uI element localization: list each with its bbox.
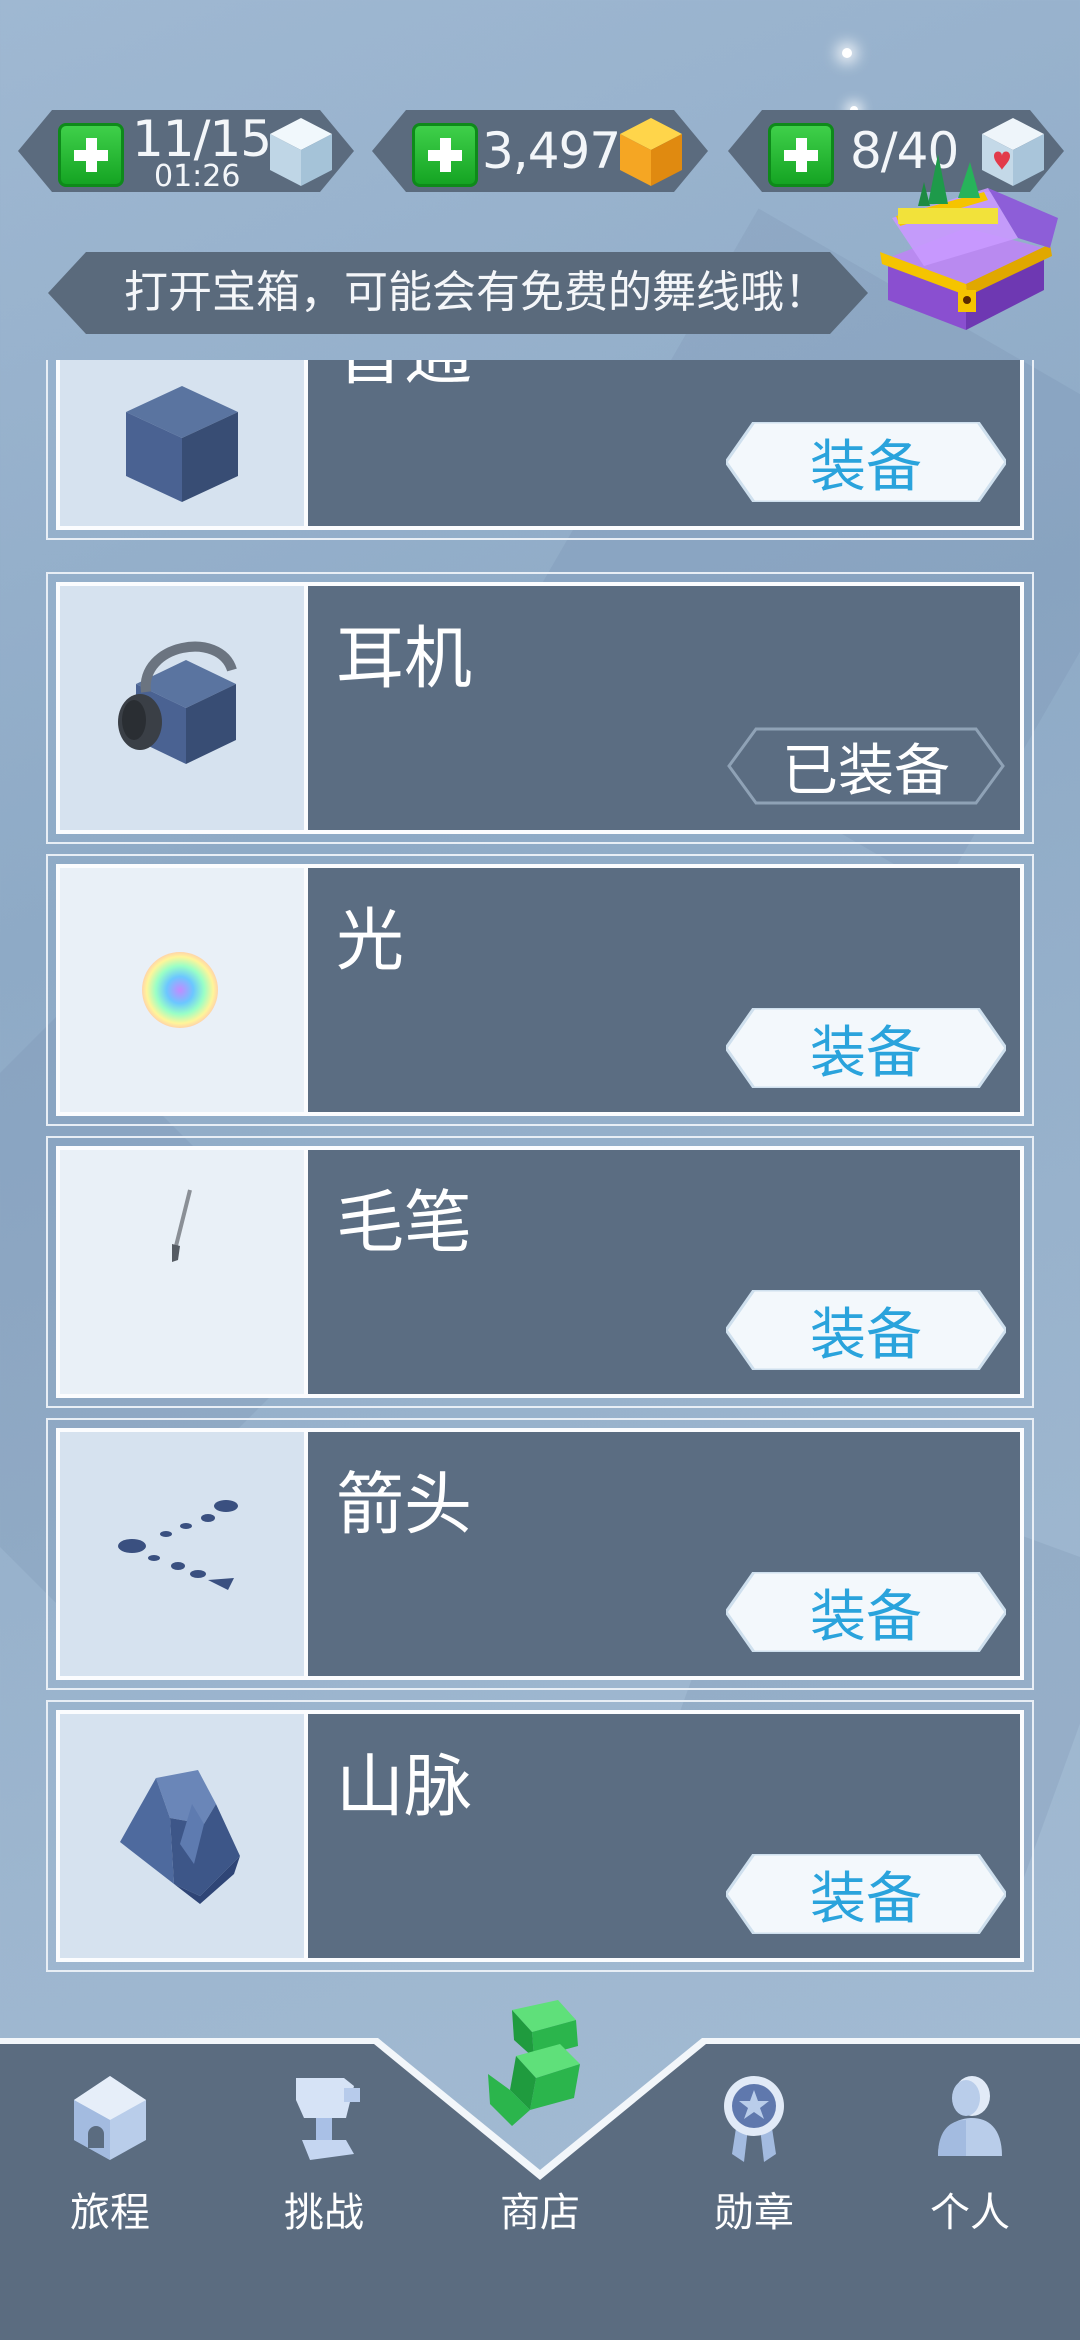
item-card: 山脉 装备 xyxy=(46,1700,1034,1972)
add-gems-button[interactable] xyxy=(412,123,478,187)
equip-button[interactable]: 装备 xyxy=(726,1572,1006,1652)
item-name: 光 xyxy=(336,902,405,981)
item-thumbnail xyxy=(60,1432,308,1676)
equip-button-label: 装备 xyxy=(810,1866,922,1932)
ice-cube-icon xyxy=(270,118,332,186)
energy-value: 11/15 xyxy=(132,110,272,168)
item-card: 箭头 装备 xyxy=(46,1418,1034,1690)
medal-icon xyxy=(724,2076,784,2162)
equip-button-label: 装备 xyxy=(810,1020,922,1086)
nav-journey-label: 旅程 xyxy=(70,2190,150,2236)
nav-medals[interactable]: 勋章 xyxy=(674,2030,834,2260)
equip-button[interactable]: 装备 xyxy=(726,1290,1006,1370)
treasure-chest-icon[interactable] xyxy=(868,148,1064,338)
item-card: 耳机 已装备 xyxy=(46,572,1034,844)
item-thumbnail xyxy=(60,1150,308,1394)
nav-profile-label: 个人 xyxy=(930,2190,1010,2236)
gold-gem-icon xyxy=(620,118,682,186)
energy-counter: 11/15 01:26 xyxy=(18,110,354,192)
nav-profile[interactable]: 个人 xyxy=(890,2030,1050,2260)
equip-button[interactable]: 装备 xyxy=(726,1008,1006,1088)
equip-button-label: 装备 xyxy=(810,1584,922,1650)
bottom-nav: 旅程 挑战 商店 勋章 个人 xyxy=(0,2000,1080,2340)
item-card: 光 装备 xyxy=(46,854,1034,1126)
person-icon xyxy=(938,2076,1002,2156)
energy-timer: 01:26 xyxy=(154,159,241,194)
arrow-dots-icon xyxy=(118,1500,238,1590)
item-card: 毛笔 装备 xyxy=(46,1136,1034,1408)
item-name: 普通 xyxy=(336,360,472,396)
item-name: 山脉 xyxy=(336,1748,473,1827)
nav-medals-label: 勋章 xyxy=(714,2190,794,2236)
equip-button-label: 装备 xyxy=(810,1302,922,1368)
item-name: 耳机 xyxy=(336,620,473,699)
equip-button[interactable]: 装备 xyxy=(726,1854,1006,1934)
add-energy-button[interactable] xyxy=(58,123,124,187)
item-list[interactable]: 普通 装备 耳机 已装备 xyxy=(0,360,1080,2000)
chest-banner[interactable]: 打开宝箱，可能会有免费的舞线哦！ xyxy=(48,252,868,334)
item-thumbnail xyxy=(60,868,308,1112)
item-name: 毛笔 xyxy=(336,1184,473,1263)
gem-value: 3,497 xyxy=(482,122,621,180)
blue-cube-icon xyxy=(126,386,238,502)
trophy-icon xyxy=(296,2078,360,2160)
equip-button-label: 装备 xyxy=(810,434,922,500)
nav-challenge-label: 挑战 xyxy=(284,2190,364,2236)
nav-shop[interactable]: 商店 xyxy=(460,2000,620,2260)
add-hearts-button[interactable] xyxy=(768,123,834,187)
shop-s-icon xyxy=(488,2000,580,2126)
headphones-cube-icon xyxy=(118,641,237,764)
nav-shop-label: 商店 xyxy=(500,2190,580,2236)
house-icon xyxy=(74,2076,146,2160)
gem-counter: 3,497 xyxy=(372,110,708,192)
item-thumbnail xyxy=(60,586,308,830)
equip-button[interactable]: 装备 xyxy=(726,422,1006,502)
item-name: 箭头 xyxy=(336,1466,473,1545)
mountain-icon xyxy=(120,1770,240,1904)
nav-challenge[interactable]: 挑战 xyxy=(244,2030,404,2260)
rainbow-light-icon xyxy=(142,952,218,1028)
equipped-button[interactable]: 已装备 xyxy=(726,726,1006,806)
brush-icon xyxy=(172,1189,192,1262)
item-card: 普通 装备 xyxy=(46,360,1034,540)
nav-journey[interactable]: 旅程 xyxy=(30,2030,190,2260)
banner-text: 打开宝箱，可能会有免费的舞线哦！ xyxy=(124,267,828,318)
item-thumbnail xyxy=(60,360,308,526)
sparkle xyxy=(842,48,852,58)
item-thumbnail xyxy=(60,1714,308,1958)
equipped-button-label: 已装备 xyxy=(782,738,950,804)
